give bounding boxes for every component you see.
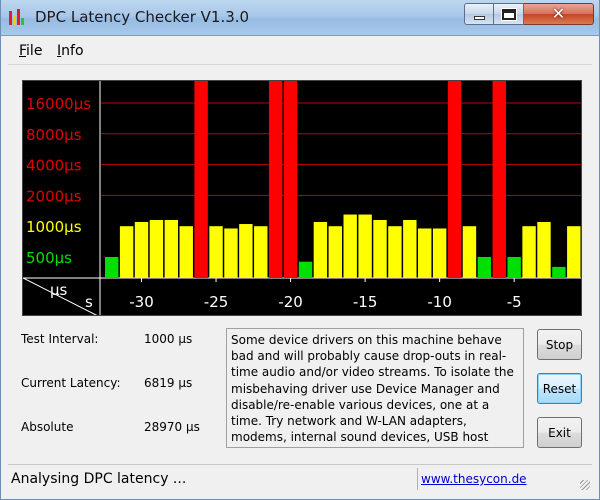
latency-bar <box>224 228 238 278</box>
y-tick-label: 500µs <box>26 249 72 267</box>
exit-button[interactable]: Exit <box>537 417 582 448</box>
website-link[interactable]: www.thesycon.de <box>421 472 527 486</box>
latency-bar <box>105 257 119 278</box>
status-text: Analysing DPC latency ... <box>11 471 187 487</box>
menu-info-label: nfo <box>61 43 84 59</box>
resize-grip-icon[interactable] <box>580 480 590 490</box>
latency-bar <box>239 224 253 278</box>
latency-bar <box>507 257 521 278</box>
latency-bar <box>432 228 447 278</box>
latency-bar <box>209 226 223 278</box>
latency-bar <box>343 214 357 278</box>
x-tick-label: -20 <box>278 293 303 311</box>
menu-file-mnemonic: F <box>19 43 27 59</box>
bar-chart-app-icon <box>9 9 27 25</box>
maximize-icon <box>500 7 517 21</box>
latency-bar <box>194 81 208 278</box>
menu-file-label: ile <box>26 43 43 59</box>
latency-bar <box>179 226 193 278</box>
status-separator <box>417 468 418 490</box>
y-tick-label: 1000µs <box>26 218 82 236</box>
status-bar: Analysing DPC latency ... www.thesycon.d… <box>8 464 592 492</box>
x-tick-label: -10 <box>427 293 452 311</box>
y-tick-label: 16000µs <box>26 95 91 113</box>
close-button[interactable]: ✕ <box>524 3 594 25</box>
test-interval-value: 1000 µs <box>144 332 193 346</box>
latency-bar <box>298 261 313 278</box>
latency-chart-svg: 16000µs 8000µs 4000µs 2000µs 1000µs 500µs -30 -… <box>23 81 581 315</box>
x-unit-label: s <box>85 293 93 311</box>
x-tick-label: -5 <box>507 293 522 311</box>
latency-bar <box>119 226 134 278</box>
latency-bar <box>388 226 402 278</box>
x-tick-label: -25 <box>204 293 229 311</box>
maximize-button[interactable] <box>494 3 524 25</box>
latency-bar <box>403 219 417 278</box>
latency-bar <box>552 266 566 278</box>
latency-bar <box>164 219 179 278</box>
y-unit-label: µs <box>50 281 68 299</box>
latency-bar <box>283 81 298 278</box>
latency-bar <box>254 226 268 278</box>
current-latency-label: Current Latency: <box>21 376 121 390</box>
y-tick-label: 4000µs <box>26 157 82 175</box>
latency-bar <box>567 226 581 278</box>
latency-bar <box>537 221 551 278</box>
y-tick-label: 2000µs <box>26 187 82 205</box>
latency-bar <box>358 214 372 278</box>
window-title: DPC Latency Checker V1.3.0 <box>35 8 250 26</box>
latency-bar <box>328 226 342 278</box>
menu-bar: File Info <box>8 37 592 65</box>
latency-bar <box>313 221 328 278</box>
latency-graph: 16000µs 8000µs 4000µs 2000µs 1000µs 500µs -30 -… <box>22 80 582 316</box>
latency-bar <box>447 81 462 278</box>
latency-bar <box>418 228 432 278</box>
minimize-icon <box>473 16 485 20</box>
reset-button[interactable]: Reset <box>537 373 582 404</box>
title-bar[interactable]: DPC Latency Checker V1.3.0 ✕ <box>0 0 600 36</box>
y-tick-label: 8000µs <box>26 126 82 144</box>
minimize-button[interactable] <box>464 3 494 25</box>
latency-bar <box>477 257 492 278</box>
latency-bar <box>522 226 536 278</box>
test-interval-label: Test Interval: <box>21 332 99 346</box>
x-tick-label: -30 <box>129 293 154 311</box>
absolute-value: 28970 µs <box>144 420 200 434</box>
x-tick-label: -15 <box>353 293 378 311</box>
menu-file[interactable]: File <box>19 43 42 59</box>
absolute-label: Absolute <box>21 420 74 434</box>
latency-bar <box>373 219 387 278</box>
latency-bar <box>134 221 149 278</box>
close-icon: ✕ <box>551 4 566 23</box>
menu-info[interactable]: Info <box>57 43 84 59</box>
current-latency-value: 6819 µs <box>144 376 193 390</box>
stop-button[interactable]: Stop <box>537 329 582 360</box>
latency-bar <box>492 81 506 278</box>
latency-bar <box>149 219 164 278</box>
latency-bar <box>268 81 283 278</box>
latency-bar <box>462 226 477 278</box>
diagnostic-message: Some device drivers on this machine beha… <box>226 328 524 448</box>
